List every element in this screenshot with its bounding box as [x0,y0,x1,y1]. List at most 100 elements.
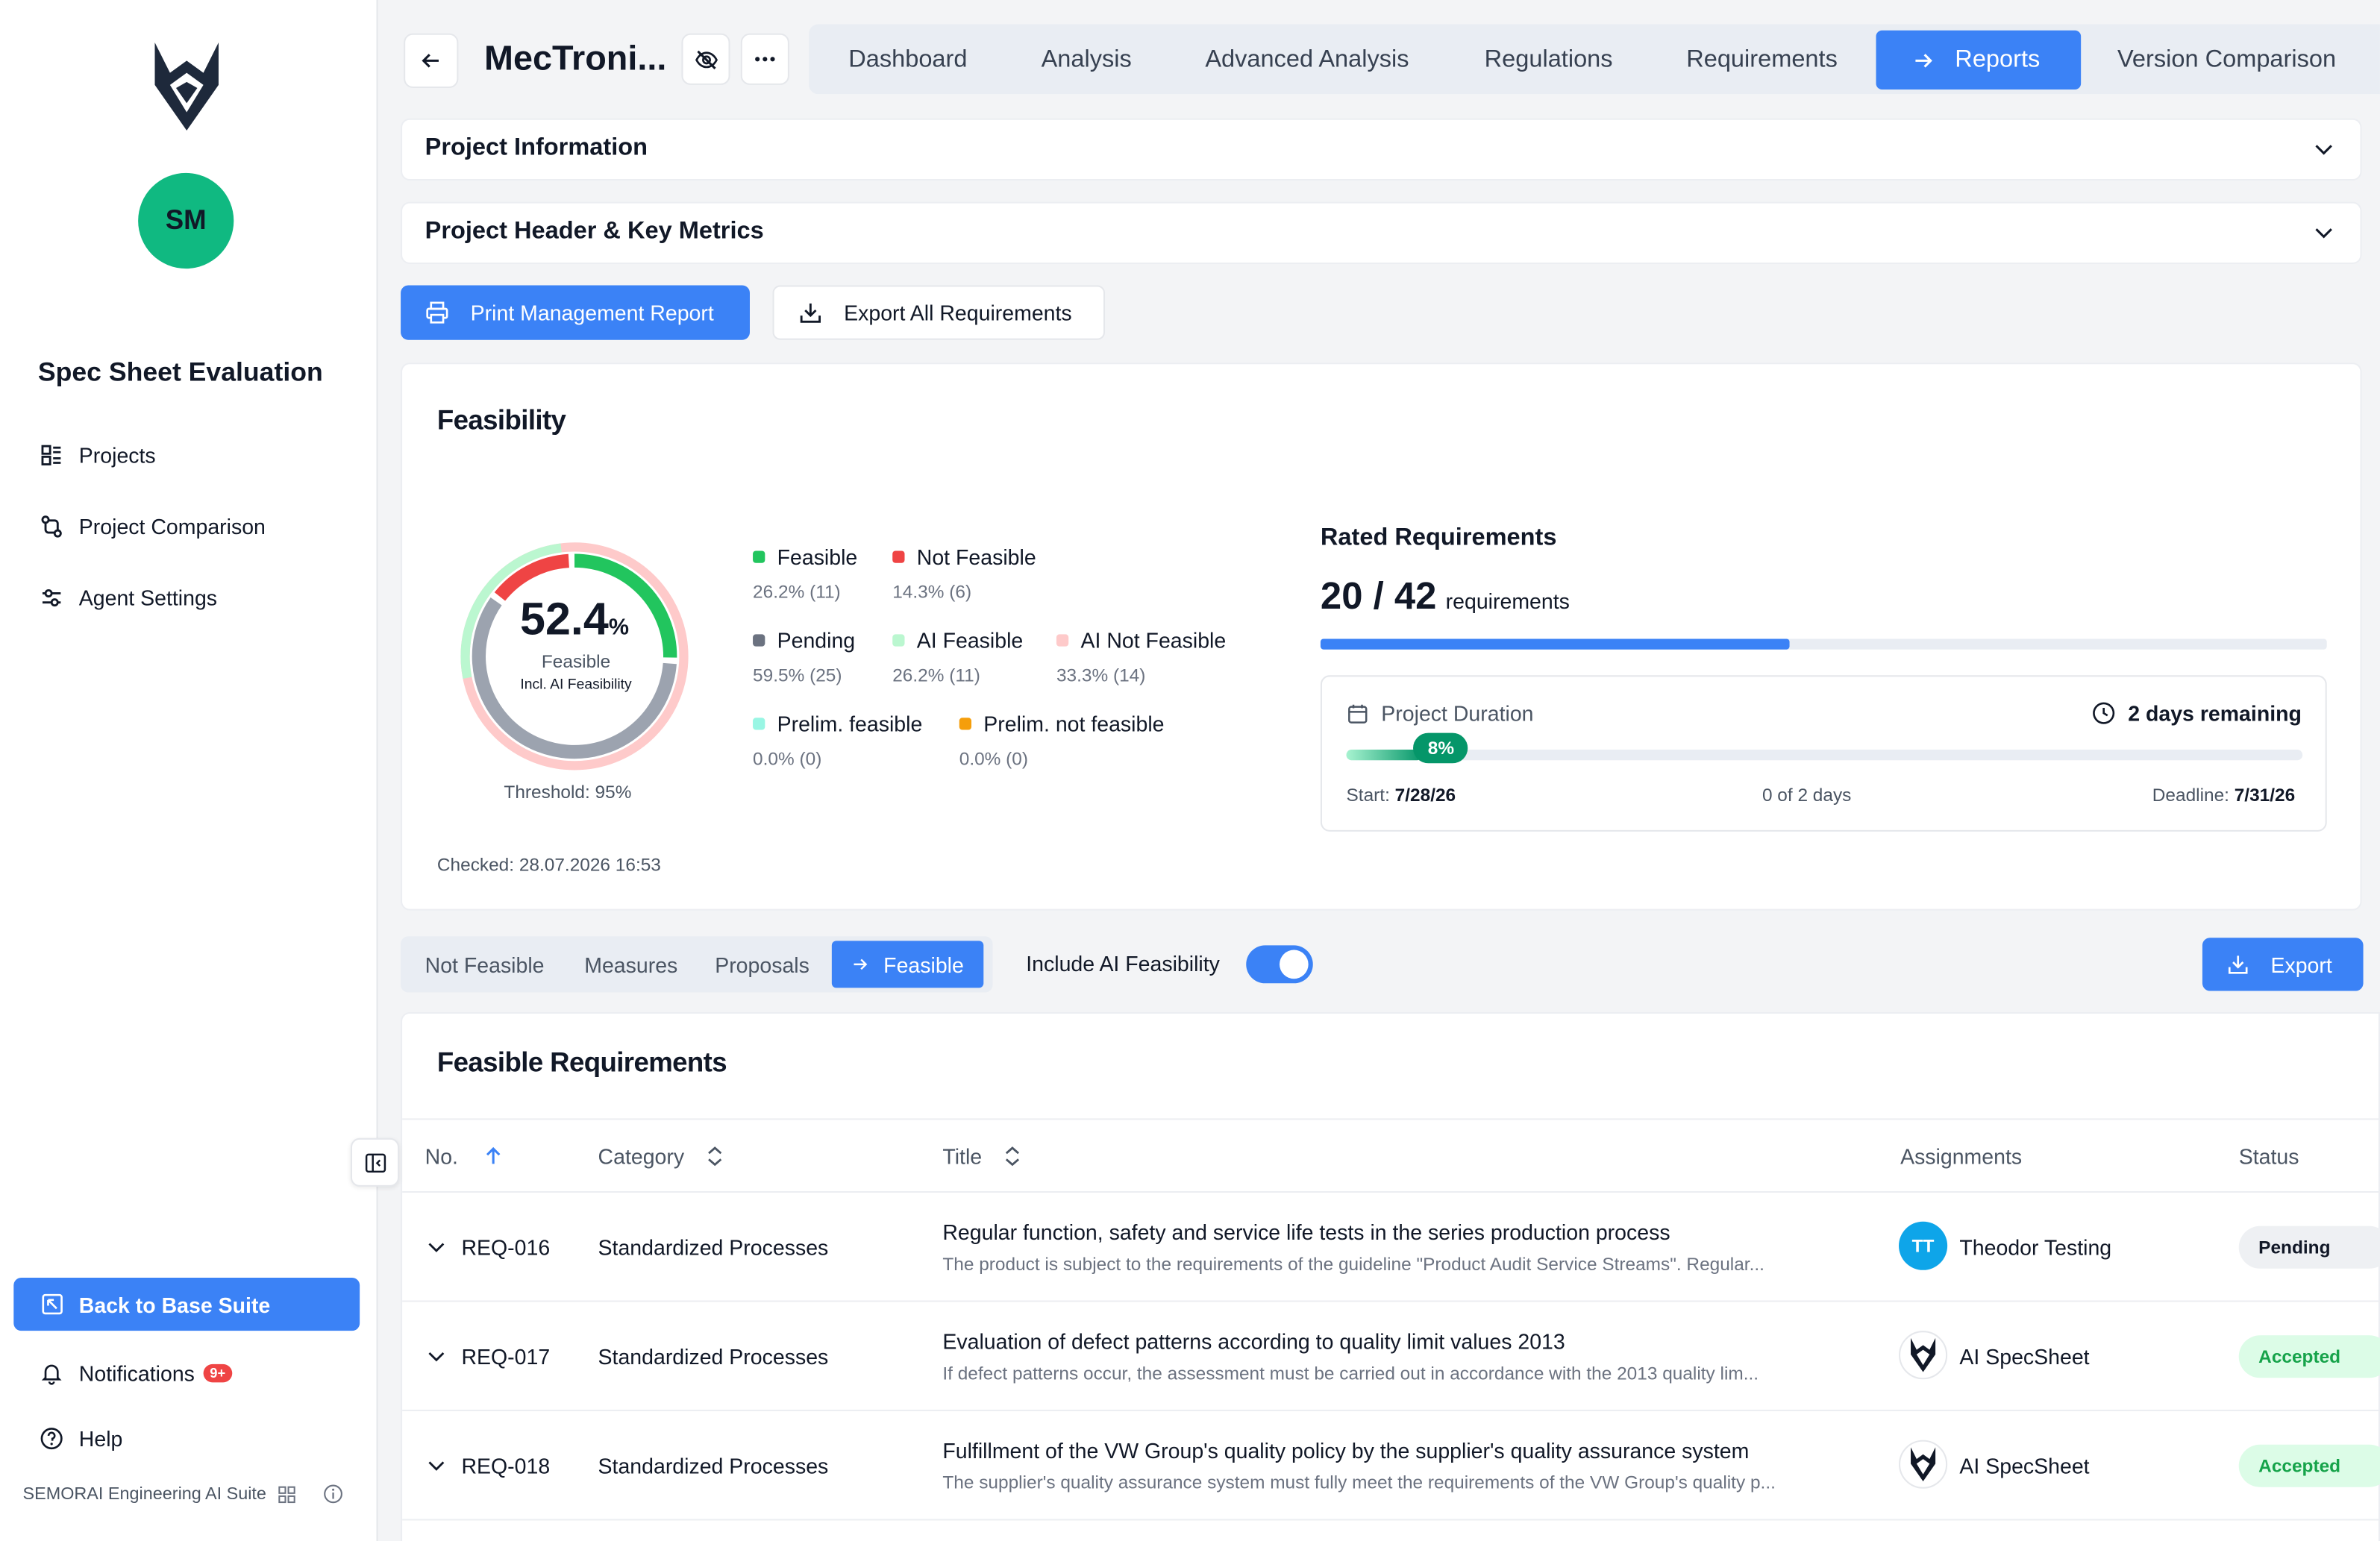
column-header-title[interactable]: Title [942,1144,1021,1168]
sidebar-item-help[interactable]: Help [40,1426,122,1451]
column-header-category[interactable]: Category [598,1143,724,1169]
sidebar-item-notifications[interactable]: Notifications 9+ [40,1360,232,1386]
info-icon[interactable] [324,1484,343,1504]
filter-tab-not-feasible[interactable]: Not Feasible [425,941,545,988]
app-logo[interactable] [151,40,222,134]
cell-category: Standardized Processes [598,1344,829,1369]
duration-percent-badge: 8% [1413,732,1469,764]
tab-version-comparison[interactable]: Version Comparison [2117,31,2336,90]
status-badge[interactable]: Pending [2238,1225,2380,1269]
assignee-avatar: TT [1899,1221,1948,1270]
cell-title: Evaluation of defect patterns according … [942,1329,1565,1354]
chevron-down-icon[interactable] [427,1346,446,1366]
printer-icon [426,301,448,324]
export-button[interactable]: Export [2202,938,2364,991]
apps-grid-icon[interactable] [278,1485,296,1503]
collapse-sidebar-button[interactable] [350,1137,400,1187]
tab-advanced-analysis[interactable]: Advanced Analysis [1205,31,1409,90]
arrow-left-icon [422,54,439,68]
legend-swatch [1056,634,1069,647]
sidebar-item-project-comparison[interactable]: Project Comparison [40,515,266,539]
gauge-percent: 52.4 [520,594,609,645]
back-label: Back to Base Suite [78,1292,271,1316]
export-all-requirements-button[interactable]: Export All Requirements [772,285,1106,340]
cell-no: REQ-016 [461,1235,551,1260]
more-horizontal-icon [755,57,775,62]
threshold-label: Threshold: 95% [504,781,632,803]
user-avatar[interactable]: SM [138,172,234,269]
rated-unit: requirements [1445,589,1570,613]
sidebar-item-agent-settings[interactable]: Agent Settings [40,586,217,610]
app-title: Spec Sheet Evaluation [37,357,323,387]
hide-button[interactable] [681,33,730,85]
sort-icon [707,1146,721,1167]
column-header-no[interactable]: No. [425,1144,504,1168]
tab-analysis[interactable]: Analysis [1042,31,1132,90]
sidebar-item-label: Agent Settings [78,586,218,610]
button-label: Export [2270,952,2332,977]
help-label: Help [78,1426,123,1451]
rated-count: 20 / 42 [1320,575,1437,618]
divider [402,1409,2380,1411]
download-icon [2228,955,2248,974]
sidebar-toggle-icon [364,1152,386,1173]
cell-category: Standardized Processes [598,1453,829,1478]
column-label: Category [598,1143,685,1169]
divider [402,1519,2380,1521]
tab-reports[interactable]: Reports [1876,30,2082,90]
gauge-label: Feasible [541,650,611,673]
tab-dashboard[interactable]: Dashboard [848,31,967,90]
ai-specsheet-avatar [1899,1440,1948,1489]
filter-tab-feasible[interactable]: Feasible [831,941,984,988]
legend-prelim-feasible: Prelim. feasible 0.0% (0) [753,712,922,769]
sort-icon [1005,1146,1019,1167]
back-button[interactable] [404,33,459,88]
tab-requirements[interactable]: Requirements [1686,31,1838,90]
chevron-down-icon[interactable] [2311,220,2336,245]
duration-title-text: Project Duration [1381,700,1534,726]
divider [402,1300,2380,1302]
legend-ai-feasible: AI Feasible 26.2% (11) [892,628,1024,686]
duration-title: Project Duration [1347,700,1534,726]
filter-tab-proposals[interactable]: Proposals [715,941,809,988]
tab-regulations[interactable]: Regulations [1485,31,1613,90]
duration-middle: 0 of 2 days [1761,784,1852,806]
legend-label: Pending [777,628,856,653]
filter-tab-measures[interactable]: Measures [584,941,677,988]
legend-prelim-not-feasible: Prelim. not feasible 0.0% (0) [959,712,1165,769]
legend-label: AI Feasible [916,628,1024,653]
rated-progress-fill [1320,638,1791,650]
divider [402,1191,2380,1193]
chevron-down-icon[interactable] [2311,136,2336,161]
feasibility-title: Feasibility [436,405,566,436]
more-button[interactable] [740,33,789,85]
table-title: Feasible Requirements [436,1046,727,1078]
gauge-center: 52.4% [449,594,700,646]
tab-label: Reports [1955,46,2041,72]
legend-label: Prelim. feasible [777,712,923,736]
duration-progress-fill [1346,749,1424,761]
footer-text: SEMORAI Engineering AI Suite [22,1484,266,1504]
print-management-report-button[interactable]: Print Management Report [401,285,750,340]
back-to-base-suite-button[interactable]: Back to Base Suite [13,1277,360,1331]
legend-label: Feasible [777,544,858,569]
cell-assignee: AI SpecSheet [1959,1453,2090,1478]
legend-value: 59.5% (25) [753,665,842,686]
status-badge[interactable]: Accepted [2238,1444,2380,1487]
chevron-down-icon[interactable] [427,1455,446,1475]
chevron-down-icon[interactable] [427,1237,446,1256]
arrow-right-icon [854,958,868,970]
accordion-project-information[interactable] [401,118,2362,181]
calendar-icon [1348,703,1368,723]
status-badge[interactable]: Accepted [2238,1335,2380,1378]
eye-off-icon [695,49,717,69]
duration-start: Start: 7/28/26 [1347,785,1456,806]
legend-pending: Pending 59.5% (25) [753,628,856,686]
notifications-label: Notifications [78,1360,195,1386]
sidebar-item-projects[interactable]: Projects [40,443,156,468]
arrow-up-icon [486,1146,500,1164]
legend-value: 26.2% (11) [892,665,980,686]
column-label: Assignments [1900,1143,2023,1169]
legend-swatch [753,718,765,730]
include-ai-feasibility-toggle[interactable] [1246,945,1313,984]
